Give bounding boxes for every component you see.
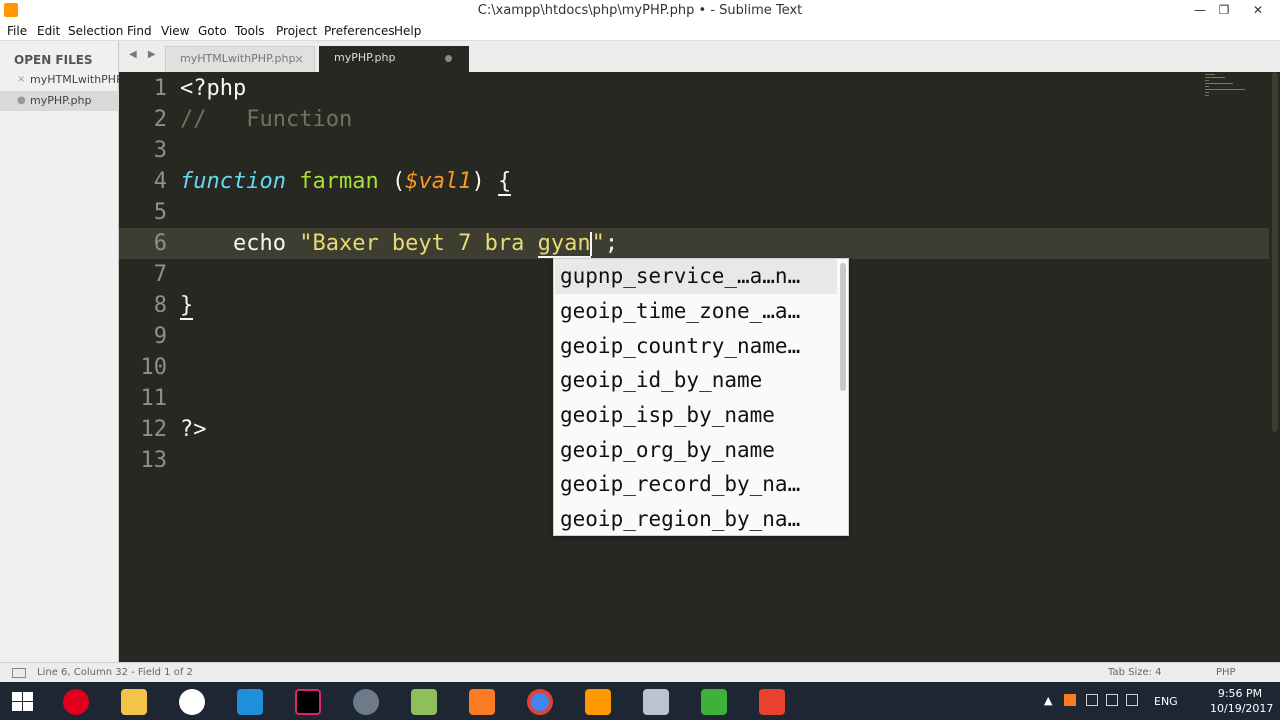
sidebar-file-myphp[interactable]: ● myPHP.php [0,91,119,111]
clock[interactable]: 9:56 PM 10/19/2017 [1210,686,1274,716]
menu-help[interactable]: Help [394,22,421,38]
tab-bar: ◀ ▶ myHTMLwithPHP.php × myPHP.php [119,41,1280,72]
windows-start-icon[interactable] [12,692,34,712]
file-explorer-icon[interactable] [121,689,147,715]
syntax-selector[interactable]: PHP [1216,667,1236,678]
tab-label: myHTMLwithPHP.php [180,52,296,65]
outlook-icon[interactable] [237,689,263,715]
menu-view[interactable]: View [161,22,189,38]
tab-myphp[interactable]: myPHP.php [319,46,469,72]
menu-preferences[interactable]: Preferences [324,22,395,38]
close-button[interactable]: ✕ [1240,0,1276,21]
autocomplete-item[interactable]: geoip_record_by_na… [555,467,837,502]
camtasia-recorder-icon[interactable] [759,689,785,715]
menu-bar: File Edit Selection Find View Goto Tools… [0,21,1280,41]
sidebar-file-label: myHTMLwithPHP.php [30,73,119,86]
calculator-icon[interactable] [643,689,669,715]
autocomplete-item[interactable]: geoip_id_by_name [555,363,837,398]
status-bar: Line 6, Column 32 - Field 1 of 2 Tab Siz… [0,662,1280,682]
line-number: 4 [153,169,167,194]
taskbar: ▲ ENG 9:56 PM 10/19/2017 [0,682,1280,720]
tab-size-selector[interactable]: Tab Size: 4 [1108,667,1162,678]
open-files-header: OPEN FILES [14,53,93,67]
panel-toggle-icon[interactable] [12,668,26,678]
tab-label: myPHP.php [334,51,396,64]
code-line-12: ?> [180,417,207,442]
line-number: 5 [153,200,167,225]
language-indicator[interactable]: ENG [1154,695,1178,708]
line-number: 12 [140,417,168,442]
menu-file[interactable]: File [7,22,27,38]
cursor-position-status: Line 6, Column 32 - Field 1 of 2 [37,667,193,678]
menu-edit[interactable]: Edit [37,22,60,38]
scrollbar-thumb[interactable] [1272,72,1278,432]
tray-expand-icon[interactable]: ▲ [1044,694,1052,707]
maximize-button[interactable]: ❐ [1210,0,1238,21]
xampp-tray-icon[interactable] [1064,694,1076,706]
autocomplete-item[interactable]: geoip_country_name… [555,329,837,364]
clock-time: 9:56 PM [1217,687,1263,700]
vertical-scrollbar[interactable] [1269,72,1280,662]
paint-icon[interactable] [353,689,379,715]
line-number: 8 [153,293,167,318]
chrome-icon[interactable] [527,689,553,715]
power-icon[interactable] [1106,694,1118,706]
line-number: 11 [140,386,168,411]
code-line-4: function farman ($val1) { [180,169,512,196]
line-number: 6 [153,231,167,256]
line-number: 13 [140,448,168,473]
autocomplete-popup[interactable]: gupnp_service_…a…n… geoip_time_zone_…a… … [553,258,849,536]
menu-find[interactable]: Find [127,22,152,38]
notepadpp-icon[interactable] [411,689,437,715]
line-number: 1 [153,76,167,101]
sidebar: OPEN FILES × myHTMLwithPHP.php ● myPHP.p… [0,41,119,662]
title-bar: C:\xampp\htdocs\php\myPHP.php • - Sublim… [0,0,1280,21]
sublime-icon[interactable] [585,689,611,715]
code-line-8: } [180,293,194,320]
autocomplete-item[interactable]: geoip_time_zone_…a… [555,294,837,329]
autocomplete-item[interactable]: geoip_org_by_name [555,433,837,468]
tab-close-icon[interactable]: × [294,47,304,71]
line-number: 3 [153,138,167,163]
code-line-1: <?php [180,76,247,101]
sidebar-file-label: myPHP.php [30,94,92,107]
volume-icon[interactable] [1126,694,1138,706]
opera-icon[interactable] [63,689,89,715]
intellij-icon[interactable] [295,689,321,715]
tab-myhtmlwithphp[interactable]: myHTMLwithPHP.php × [165,46,315,72]
github-icon[interactable] [179,689,205,715]
menu-tools[interactable]: Tools [235,22,265,38]
close-file-icon[interactable]: × [17,70,25,90]
line-number: 9 [153,324,167,349]
autocomplete-item[interactable]: gupnp_service_…a…n… [555,259,837,294]
code-line-6: echo "Baxer beyt 7 bra gyan"; [232,231,619,258]
line-number-gutter: 1 2 3 4 5 6 7 8 9 10 11 12 13 [119,72,168,662]
xampp-icon[interactable] [469,689,495,715]
code-line-2: // Function [180,107,353,132]
minimap[interactable] [1205,74,1265,104]
network-icon[interactable] [1086,694,1098,706]
autocomplete-scrollbar[interactable] [840,263,846,391]
window-title: C:\xampp\htdocs\php\myPHP.php • - Sublim… [477,3,803,18]
tab-scroll-arrows-icon[interactable]: ◀ ▶ [129,49,160,60]
autocomplete-item[interactable]: geoip_isp_by_name [555,398,837,433]
autocomplete-item[interactable]: geoip_region_by_na… [555,502,837,537]
menu-project[interactable]: Project [276,22,317,38]
clock-date: 10/19/2017 [1210,702,1274,715]
sidebar-file-myhtmlwithphp[interactable]: × myHTMLwithPHP.php [0,70,119,90]
unsaved-dot-icon[interactable] [445,55,452,62]
unsaved-dot-icon: ● [17,95,26,106]
menu-selection[interactable]: Selection [68,22,123,38]
camtasia-icon[interactable] [701,689,727,715]
menu-goto[interactable]: Goto [198,22,227,38]
line-number: 7 [153,262,167,287]
line-number: 2 [153,107,167,132]
line-number: 10 [140,355,168,380]
